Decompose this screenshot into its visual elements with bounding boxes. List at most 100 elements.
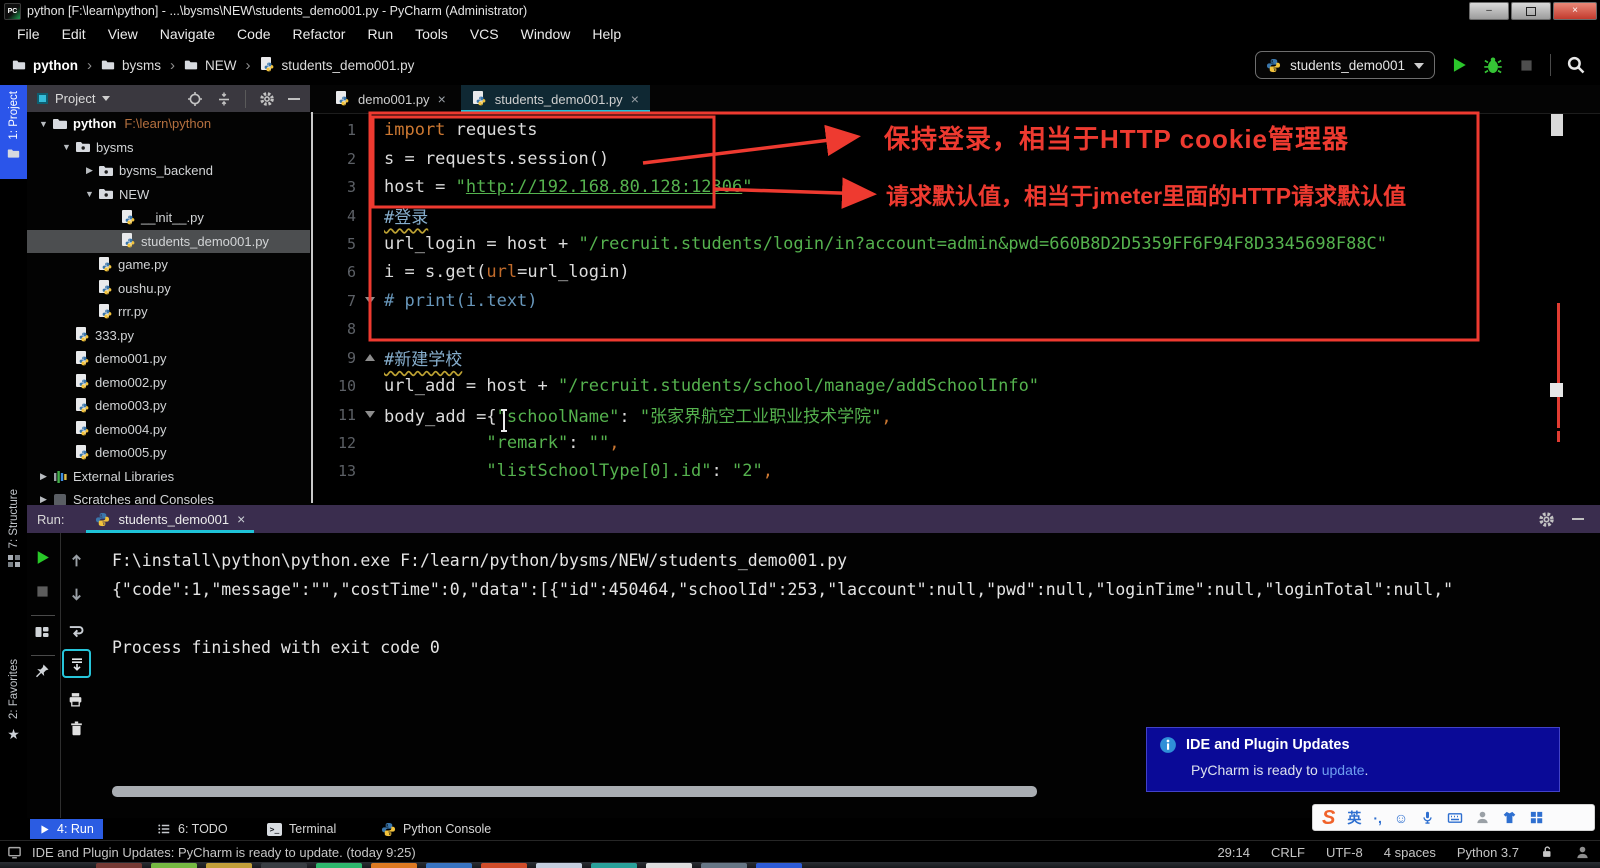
menu-vcs[interactable]: VCS: [459, 26, 510, 42]
tree-row[interactable]: demo003.py: [27, 394, 310, 418]
tree-row[interactable]: demo002.py: [27, 371, 310, 395]
status-item[interactable]: Python 3.7: [1457, 845, 1519, 860]
taskbar-icon[interactable]: [206, 863, 252, 868]
microphone-icon[interactable]: [1420, 810, 1435, 825]
status-item[interactable]: UTF-8: [1326, 845, 1363, 860]
notification-popup[interactable]: IDE and Plugin Updates PyCharm is ready …: [1146, 727, 1560, 792]
event-log-icon[interactable]: [7, 845, 22, 860]
unlock-icon[interactable]: [1540, 845, 1554, 859]
breadcrumb-item[interactable]: NEW: [184, 58, 237, 73]
ime-emoji-button[interactable]: ☺: [1394, 811, 1408, 825]
taskbar-icon[interactable]: [756, 863, 802, 868]
fold-marker-icon[interactable]: [356, 292, 384, 309]
maximize-button[interactable]: [1511, 2, 1551, 20]
tree-row[interactable]: __init__.py: [27, 206, 310, 230]
toolbox-grid-icon[interactable]: [1529, 810, 1544, 825]
code-area[interactable]: 1 import requests 2 s = requests.session() 3…: [310, 116, 1582, 505]
hector-inspections-icon[interactable]: [1575, 845, 1590, 860]
status-item[interactable]: 4 spaces: [1384, 845, 1436, 860]
minimize-button[interactable]: –: [1469, 2, 1509, 20]
ime-language-toggle[interactable]: 英: [1347, 811, 1361, 825]
project-panel-title[interactable]: Project: [55, 91, 95, 106]
status-message[interactable]: IDE and Plugin Updates: PyCharm is ready…: [32, 845, 416, 860]
tree-row[interactable]: demo004.py: [27, 418, 310, 442]
tree-row[interactable]: demo005.py: [27, 441, 310, 465]
menu-window[interactable]: Window: [510, 26, 582, 42]
menu-refactor[interactable]: Refactor: [282, 26, 357, 42]
menu-edit[interactable]: Edit: [51, 26, 97, 42]
taskbar-icon[interactable]: [316, 863, 362, 868]
taskbar-icon[interactable]: [426, 863, 472, 868]
run-config-selector[interactable]: students_demo001: [1255, 51, 1435, 79]
tree-arrow-icon[interactable]: ▶: [35, 471, 52, 482]
taskbar-icon[interactable]: [646, 863, 692, 868]
taskbar-icon[interactable]: [371, 863, 417, 868]
tree-row[interactable]: game.py: [27, 253, 310, 277]
tree-arrow-icon[interactable]: ▼: [58, 142, 75, 152]
editor-tab[interactable]: students_demo001.py: [460, 85, 650, 113]
toolwindow-button-4-run[interactable]: 4: Run: [30, 819, 103, 839]
menu-navigate[interactable]: Navigate: [149, 26, 226, 42]
update-link[interactable]: update: [1322, 762, 1365, 778]
stop-button[interactable]: [1518, 57, 1535, 74]
debug-button[interactable]: [1483, 55, 1503, 75]
menu-code[interactable]: Code: [226, 26, 281, 42]
menu-tools[interactable]: Tools: [404, 26, 459, 42]
tool-stripe-favorites[interactable]: 2: Favorites: [0, 653, 27, 771]
taskbar-icon[interactable]: [481, 863, 527, 868]
sogou-logo-icon[interactable]: S: [1322, 808, 1335, 828]
console-hscrollbar[interactable]: [112, 786, 1037, 797]
tree-arrow-icon[interactable]: ▼: [35, 119, 52, 129]
tree-row[interactable]: demo001.py: [27, 347, 310, 371]
close-icon[interactable]: [631, 91, 639, 107]
collapse-all-button[interactable]: [216, 91, 232, 107]
menu-help[interactable]: Help: [581, 26, 632, 42]
taskbar-icon[interactable]: [96, 863, 142, 868]
tool-stripe-structure[interactable]: 7: Structure: [0, 483, 27, 584]
search-everywhere-button[interactable]: [1566, 55, 1586, 75]
taskbar-icon[interactable]: [701, 863, 747, 868]
tree-row[interactable]: ▶ External Libraries: [27, 465, 310, 489]
fold-marker-icon[interactable]: [356, 406, 384, 423]
tree-row[interactable]: oushu.py: [27, 277, 310, 301]
tree-arrow-icon[interactable]: ▼: [81, 189, 98, 199]
close-icon[interactable]: [237, 511, 245, 527]
breadcrumb-item[interactable]: students_demo001.py: [260, 57, 414, 73]
ime-punctuation-toggle[interactable]: ·,: [1373, 811, 1382, 825]
person-icon[interactable]: [1475, 810, 1490, 825]
breadcrumb-item[interactable]: bysms: [101, 58, 161, 73]
panel-splitter[interactable]: [311, 112, 313, 503]
breadcrumb-item[interactable]: python: [12, 58, 78, 73]
hide-panel-button[interactable]: [288, 97, 300, 100]
close-icon[interactable]: [438, 91, 446, 107]
settings-gear-icon[interactable]: [259, 91, 275, 107]
tree-row[interactable]: rrr.py: [27, 300, 310, 324]
fold-marker-icon[interactable]: [356, 349, 384, 366]
tree-row[interactable]: ▼ python F:\learn\python: [27, 112, 310, 136]
skin-icon[interactable]: [1502, 810, 1517, 825]
locate-file-button[interactable]: [187, 91, 203, 107]
status-item[interactable]: 29:14: [1217, 845, 1250, 860]
toolwindow-button-python-console[interactable]: Python Console: [372, 819, 500, 839]
toolwindow-button-terminal[interactable]: >_ Terminal: [258, 819, 345, 839]
tree-row[interactable]: ▼ bysms: [27, 136, 310, 160]
menu-run[interactable]: Run: [356, 26, 404, 42]
tree-row[interactable]: 333.py: [27, 324, 310, 348]
tree-arrow-icon[interactable]: ▶: [35, 494, 52, 505]
input-method-bar[interactable]: S 英 ·, ☺: [1312, 804, 1595, 831]
tree-row[interactable]: ▶ Scratches and Consoles: [27, 488, 310, 505]
tree-row[interactable]: ▶ bysms_backend: [27, 159, 310, 183]
editor-scrollbar-thumb[interactable]: [1551, 114, 1563, 136]
tree-arrow-icon[interactable]: ▶: [81, 165, 98, 176]
taskbar-icon[interactable]: [261, 863, 307, 868]
settings-gear-icon[interactable]: [1538, 511, 1555, 528]
taskbar-icon[interactable]: [591, 863, 637, 868]
taskbar-icon[interactable]: [151, 863, 197, 868]
windows-taskbar[interactable]: [0, 862, 1600, 868]
editor-tab[interactable]: demo001.py: [324, 85, 457, 113]
keyboard-icon[interactable]: [1447, 810, 1463, 826]
status-item[interactable]: CRLF: [1271, 845, 1305, 860]
run-button[interactable]: [1450, 56, 1468, 74]
menu-file[interactable]: File: [6, 26, 51, 42]
run-tab[interactable]: students_demo001: [86, 505, 254, 533]
